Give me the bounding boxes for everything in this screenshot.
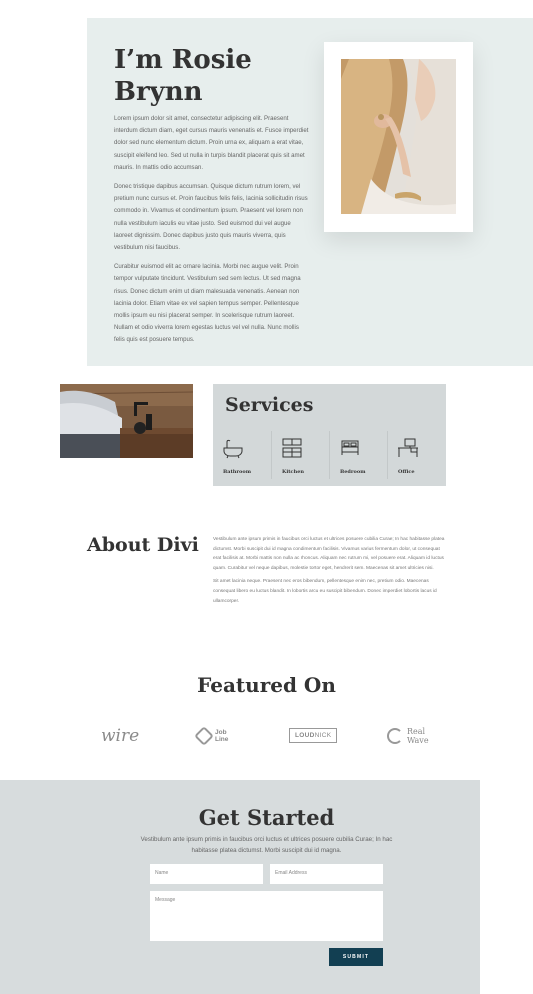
submit-button[interactable]: SUBMIT	[329, 948, 383, 966]
service-office[interactable]: Office	[387, 431, 445, 479]
service-bedroom[interactable]: Bedroom	[329, 431, 387, 479]
get-started-title: Get Started	[198, 805, 335, 830]
hero-paragraph: Curabitur euismod elit ac ornare lacinia…	[114, 263, 301, 344]
bedroom-illustration	[60, 384, 193, 458]
service-label: Bedroom	[340, 469, 366, 475]
service-label: Bathroom	[223, 469, 252, 475]
wave-icon	[387, 728, 403, 744]
portrait-photo	[341, 59, 456, 214]
portrait-frame	[324, 42, 473, 232]
about-paragraph: Sit amet lacinia neque. Praesent nec ero…	[213, 579, 437, 604]
hero-paragraph: Lorem ipsum dolor sit amet, consectetur …	[114, 115, 309, 171]
bedroom-photo	[60, 384, 193, 458]
name-field[interactable]: Name	[150, 864, 263, 884]
get-started-text: Vestibulum ante ipsum primis in faucibus…	[140, 836, 393, 854]
about-title: About Divi	[87, 534, 199, 556]
kitchen-icon	[282, 438, 302, 458]
hero-title: I’m Rosie Brynn	[114, 45, 252, 107]
about-text: Vestibulum ante ipsum primis in faucibus…	[213, 535, 445, 610]
hexagon-icon	[194, 726, 214, 746]
logo-loudnick: LOUD NICK	[289, 728, 338, 743]
portrait-illustration	[341, 59, 456, 214]
logo-real-wave-word: Wave	[407, 736, 429, 745]
message-field[interactable]: Message	[150, 891, 383, 941]
service-kitchen[interactable]: Kitchen	[271, 431, 329, 479]
logo-job-line-word: Job	[215, 729, 227, 736]
services-card: Services Bathroom Kitchen Bedroom Office	[213, 384, 446, 486]
about-paragraph: Vestibulum ante ipsum primis in faucibus…	[213, 537, 445, 571]
logo-job-line: Job Line	[194, 724, 228, 748]
logo-loudnick-word: LOUD	[295, 732, 315, 739]
bed-icon	[341, 440, 359, 455]
email-field[interactable]: Email Address	[270, 864, 383, 884]
hero-paragraph: Donec tristique dapibus accumsan. Quisqu…	[114, 183, 308, 252]
logo-job-line-text: Job Line	[215, 729, 228, 743]
logo-real-wave-text: Real Wave	[407, 727, 429, 745]
logo-job-line-word: Line	[215, 736, 229, 743]
hero-section: I’m Rosie Brynn Lorem ipsum dolor sit am…	[87, 18, 533, 366]
get-started-section: Get Started Vestibulum ante ipsum primis…	[0, 780, 480, 994]
logo-loudnick-word: NICK	[314, 732, 332, 739]
logo-real-wave: Real Wave	[387, 724, 429, 748]
service-bathroom[interactable]: Bathroom	[213, 431, 271, 479]
services-title: Services	[225, 394, 314, 416]
featured-title: Featured On	[197, 673, 336, 697]
hero-text: Lorem ipsum dolor sit amet, consectetur …	[114, 113, 309, 354]
desk-icon	[398, 438, 418, 457]
bathtub-icon	[223, 439, 243, 459]
logo-real-wave-word: Real	[407, 727, 426, 736]
logo-wire-text: wire	[101, 726, 140, 746]
logo-wire: wire	[101, 724, 139, 748]
service-label: Office	[398, 469, 415, 475]
service-label: Kitchen	[282, 469, 305, 475]
